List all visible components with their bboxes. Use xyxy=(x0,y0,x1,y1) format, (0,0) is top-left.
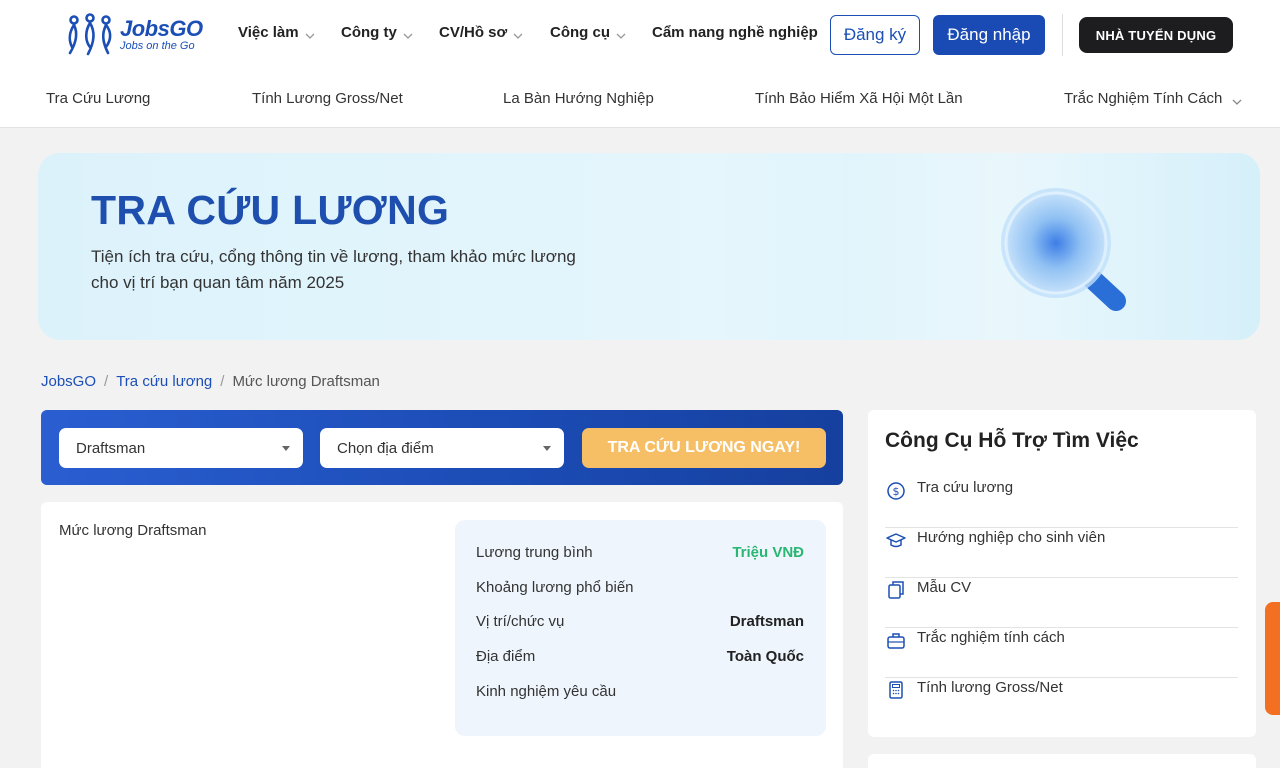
position-select-value: Draftsman xyxy=(76,439,146,457)
location-select-placeholder: Chọn địa điểm xyxy=(337,439,434,457)
header-divider xyxy=(1062,14,1063,56)
subnav-la-ban[interactable]: La Bàn Hướng Nghiệp xyxy=(503,90,654,107)
breadcrumb-current: Mức lương Draftsman xyxy=(232,373,380,390)
info-label: Khoảng lương phổ biến xyxy=(476,578,634,596)
login-button[interactable]: Đăng nhập xyxy=(933,15,1045,55)
subnav-label: Trắc Nghiệm Tính Cách xyxy=(1064,90,1223,107)
sidebar-secondary-card xyxy=(868,754,1256,768)
info-value-location: Toàn Quốc xyxy=(726,647,804,665)
nav-cong-ty[interactable]: Công ty xyxy=(341,24,413,41)
info-value-position: Draftsman xyxy=(729,612,804,630)
info-row-average: Lương trung bình Triệu VNĐ xyxy=(476,540,804,564)
result-title: Mức lương Draftsman xyxy=(59,522,207,539)
breadcrumb-separator: / xyxy=(104,373,109,390)
svg-text:$: $ xyxy=(893,485,900,498)
subnav-tra-cuu-luong[interactable]: Tra Cứu Lương xyxy=(46,90,150,107)
logo-wordmark: JobsGO xyxy=(120,16,203,41)
dollar-icon: $ xyxy=(885,478,907,500)
position-select[interactable]: Draftsman xyxy=(59,428,303,468)
subnav-trac-nghiem[interactable]: Trắc Nghiệm Tính Cách xyxy=(1064,90,1242,107)
graduation-cap-icon xyxy=(885,528,907,550)
nav-label: CV/Hồ sơ xyxy=(439,24,508,41)
salary-result-card: Mức lương Draftsman Lương trung bình Tri… xyxy=(41,502,843,768)
hero-banner: TRA CỨU LƯƠNG Tiện ích tra cứu, cổng thô… xyxy=(38,153,1260,340)
salary-search-bar: Draftsman Chọn địa điểm TRA CỨU LƯƠNG NG… xyxy=(41,410,843,485)
info-label: Địa điểm xyxy=(476,647,536,665)
document-copy-icon xyxy=(885,578,907,600)
jobsgo-logo[interactable]: JobsGO Jobs on the Go xyxy=(64,13,210,57)
sidebar-item-label: Trắc nghiệm tính cách xyxy=(917,629,1065,646)
nav-cam-nang[interactable]: Cẩm nang nghề nghiệp xyxy=(652,24,818,41)
chevron-down-icon xyxy=(403,28,413,39)
nav-label: Công ty xyxy=(341,24,397,41)
hero-description: Tiện ích tra cứu, cổng thông tin về lươn… xyxy=(91,247,576,292)
sidebar-title: Công Cụ Hỗ Trợ Tìm Việc xyxy=(885,429,1139,452)
info-label: Lương trung bình xyxy=(476,543,593,561)
sidebar-item-label: Tra cứu lương xyxy=(917,479,1014,496)
info-row-experience: Kinh nghiệm yêu cầu xyxy=(476,679,804,703)
calculator-icon xyxy=(885,678,907,700)
top-header: JobsGO Jobs on the Go Việc làm Công ty C… xyxy=(0,0,1280,70)
info-label: Kinh nghiệm yêu cầu xyxy=(476,682,617,700)
info-row-location: Địa điểm Toàn Quốc xyxy=(476,644,804,668)
breadcrumb: JobsGO / Tra cứu lương / Mức lương Draft… xyxy=(41,373,380,390)
nav-viec-lam[interactable]: Việc làm xyxy=(238,24,315,41)
sidebar-item-label: Tính lương Gross/Net xyxy=(917,679,1063,696)
logo-tagline: Jobs on the Go xyxy=(120,40,195,52)
sidebar-item-trac-nghiem[interactable]: Trắc nghiệm tính cách xyxy=(885,628,1238,678)
caret-down-icon xyxy=(282,446,290,451)
sidebar-item-tra-cuu-luong[interactable]: $ Tra cứu lương xyxy=(885,478,1238,528)
magnifier-icon xyxy=(1001,188,1126,311)
chevron-down-icon xyxy=(305,28,315,39)
nav-label: Việc làm xyxy=(238,24,299,41)
floating-side-tab[interactable] xyxy=(1265,602,1280,715)
logo-people-icon xyxy=(68,13,112,56)
sidebar-item-mau-cv[interactable]: Mẫu CV xyxy=(885,578,1238,628)
info-label: Vị trí/chức vụ xyxy=(476,612,565,630)
location-select[interactable]: Chọn địa điểm xyxy=(320,428,564,468)
info-row-position: Vị trí/chức vụ Draftsman xyxy=(476,609,804,633)
chevron-down-icon xyxy=(616,28,626,39)
sidebar-item-label: Mẫu CV xyxy=(917,579,972,596)
employer-button[interactable]: NHÀ TUYỂN DỤNG xyxy=(1079,17,1233,53)
subnav-bhxh[interactable]: Tính Bảo Hiểm Xã Hội Một Lần xyxy=(755,90,963,107)
nav-cong-cu[interactable]: Công cụ xyxy=(550,24,626,41)
breadcrumb-tra-cuu-luong[interactable]: Tra cứu lương xyxy=(116,373,212,390)
chevron-down-icon xyxy=(1232,94,1242,105)
briefcase-icon xyxy=(885,628,907,650)
nav-label: Công cụ xyxy=(550,24,610,41)
breadcrumb-home[interactable]: JobsGO xyxy=(41,373,96,390)
caret-down-icon xyxy=(543,446,551,451)
chevron-down-icon xyxy=(513,28,523,39)
subnav-tinh-luong[interactable]: Tính Lương Gross/Net xyxy=(252,90,403,107)
info-row-range: Khoảng lương phổ biến xyxy=(476,575,804,599)
nav-label: Cẩm nang nghề nghiệp xyxy=(652,24,818,41)
sidebar-item-tinh-luong[interactable]: Tính lương Gross/Net xyxy=(885,678,1238,728)
sidebar-item-label: Hướng nghiệp cho sinh viên xyxy=(917,529,1106,546)
info-value-average: Triệu VNĐ xyxy=(732,543,804,561)
nav-cv-ho-so[interactable]: CV/Hồ sơ xyxy=(439,24,523,41)
breadcrumb-separator: / xyxy=(220,373,225,390)
search-salary-button[interactable]: TRA CỨU LƯƠNG NGAY! xyxy=(582,428,826,468)
hero-title: TRA CỨU LƯƠNG xyxy=(91,187,450,233)
salary-info-box: Lương trung bình Triệu VNĐ Khoảng lương … xyxy=(455,520,826,736)
sidebar-item-huong-nghiep[interactable]: Hướng nghiệp cho sinh viên xyxy=(885,528,1238,578)
tools-subnav: Tra Cứu Lương Tính Lương Gross/Net La Bà… xyxy=(0,70,1280,128)
job-tools-sidebar: Công Cụ Hỗ Trợ Tìm Việc $ Tra cứu lương … xyxy=(868,410,1256,737)
register-button[interactable]: Đăng ký xyxy=(830,15,920,55)
